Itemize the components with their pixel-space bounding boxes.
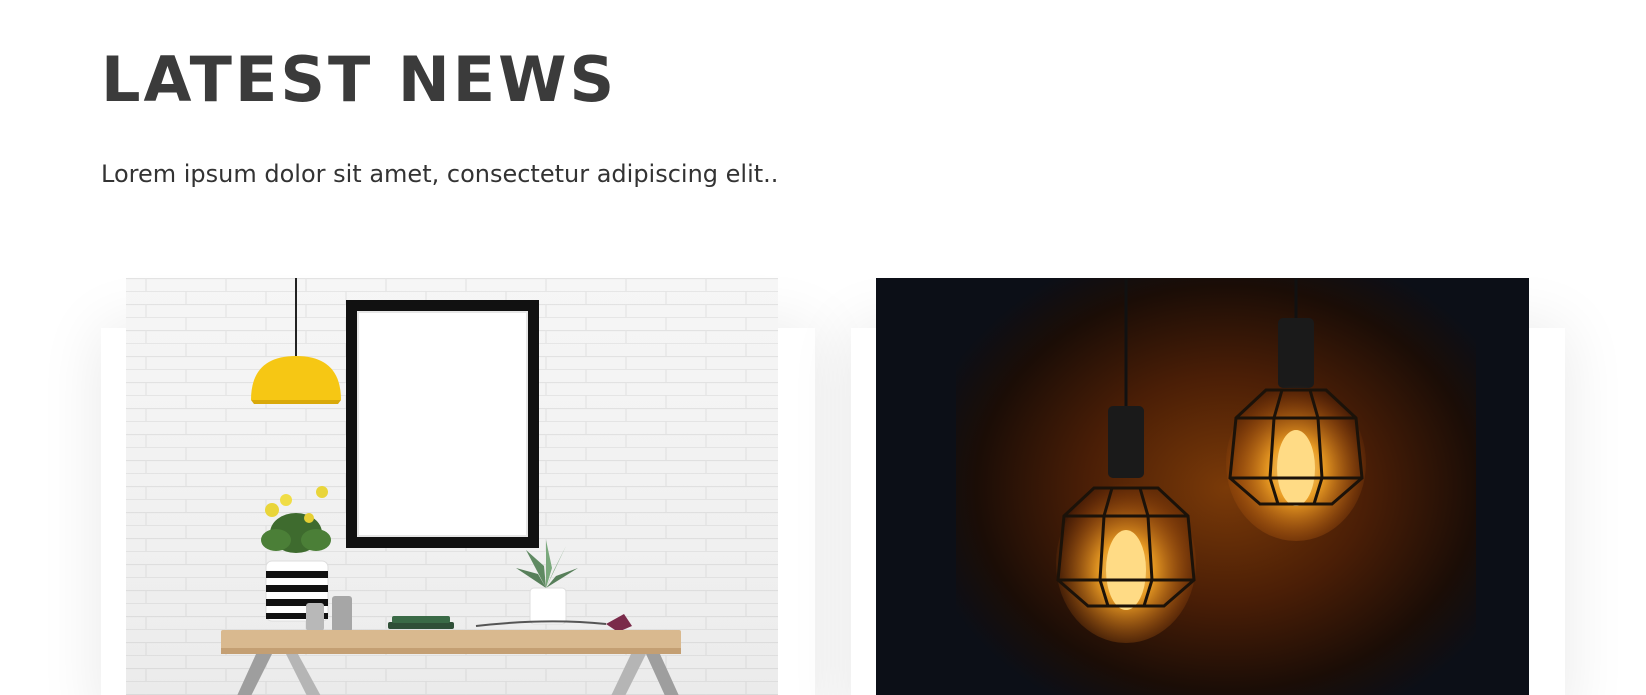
news-card[interactable] (851, 278, 1565, 695)
bulbs-scene-image (876, 278, 1529, 695)
section-title: LATEST NEWS (101, 43, 618, 116)
news-card[interactable] (101, 278, 815, 695)
news-card-image-bulbs[interactable] (876, 278, 1529, 695)
news-card-image-desk[interactable] (126, 278, 778, 695)
desk-scene-image (126, 278, 778, 695)
section-subtitle: Lorem ipsum dolor sit amet, consectetur … (101, 160, 779, 188)
